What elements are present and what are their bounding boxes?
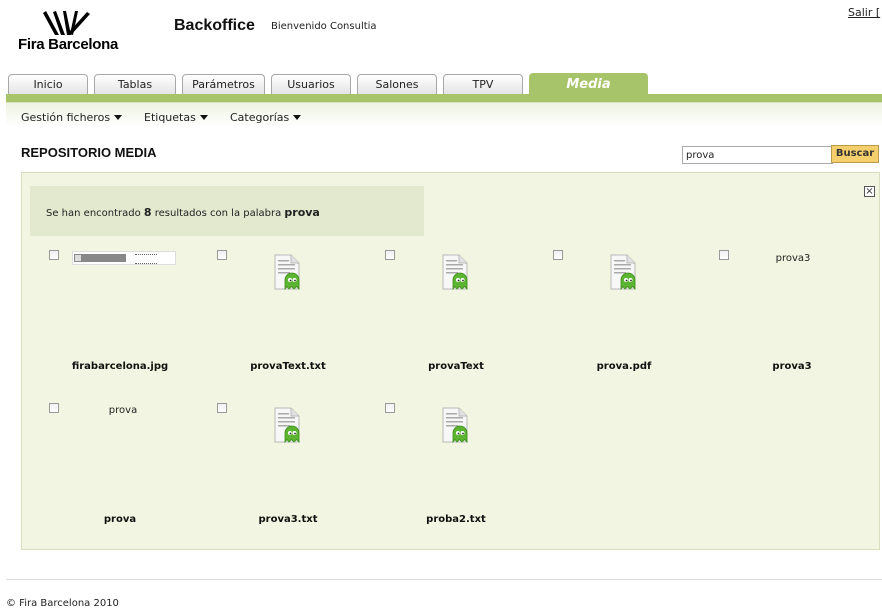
welcome-text: Bienvenido Consultia [271,21,377,32]
fira-logo-icon [43,11,90,35]
submenu-etiquetas[interactable]: Etiquetas [144,111,208,124]
submenu-gestion-ficheros[interactable]: Gestión ficheros [21,111,123,124]
tab-inicio[interactable]: Inicio [8,74,88,94]
text-preview[interactable]: prova [93,405,153,416]
results-search-term: prova [284,206,320,219]
submenu-label: Etiquetas [144,111,196,124]
tab-parametros[interactable]: Parámetros [182,74,265,94]
submenu-bar [6,103,882,127]
results-count: 8 [143,206,152,219]
fira-logo: Fira Barcelona [18,10,118,54]
results-msg-prefix: Se han encontrado [46,208,144,219]
item-name[interactable]: prova3.txt [228,514,348,525]
submenu-categorias[interactable]: Categorías [230,111,302,124]
copyright-text: © Fira Barcelona 2010 [6,598,119,609]
file-icon[interactable] [440,254,472,290]
text-preview[interactable]: prova3 [763,253,823,264]
item-name[interactable]: firabarcelona.jpg [60,361,180,372]
thumbnail-logo [75,255,81,261]
file-icon[interactable] [608,254,640,290]
item-checkbox[interactable] [553,250,563,260]
tab-bar [6,94,882,102]
item-name[interactable]: provaText [396,361,516,372]
item-checkbox[interactable] [49,250,59,260]
submenu-label: Gestión ficheros [21,111,111,124]
search-input[interactable] [682,146,833,164]
results-msg-middle: resultados con la palabra [151,208,285,219]
item-checkbox[interactable] [719,250,729,260]
item-checkbox[interactable] [217,403,227,413]
item-name[interactable]: proba2.txt [396,514,516,525]
file-icon[interactable] [272,407,304,443]
caret-down-icon [114,115,123,120]
file-icon[interactable] [440,407,472,443]
image-thumbnail[interactable] [72,251,176,265]
tab-tpv[interactable]: TPV [443,74,523,94]
item-name[interactable]: prova [60,514,180,525]
item-checkbox[interactable] [217,250,227,260]
tab-tablas-maestras[interactable]: Tablas maestras [94,74,176,110]
app-title: Backoffice [174,17,255,34]
results-message: Se han encontrado 8 resultados con la pa… [46,206,320,219]
search-button[interactable]: Buscar [831,145,879,163]
close-results-button[interactable]: × [864,186,875,197]
thumbnail-graphic [74,254,126,262]
logo-text: Fira Barcelona [18,36,119,53]
logout-link[interactable]: Salir [ [848,6,880,19]
item-name[interactable]: prova3 [732,361,852,372]
tab-media[interactable]: Media [529,73,648,95]
item-name[interactable]: prova.pdf [564,361,684,372]
page-title: REPOSITORIO MEDIA [21,145,157,160]
tab-usuarios[interactable]: Usuarios [271,74,351,94]
submenu-label: Categorías [230,111,290,124]
file-icon[interactable] [272,254,304,290]
item-checkbox[interactable] [385,250,395,260]
footer-divider [6,579,882,580]
item-checkbox[interactable] [49,403,59,413]
thumbnail-text [135,254,157,264]
tab-salones[interactable]: Salones [357,74,437,94]
caret-down-icon [199,115,208,120]
item-name[interactable]: provaText.txt [228,361,348,372]
caret-down-icon [293,115,302,120]
item-checkbox[interactable] [385,403,395,413]
